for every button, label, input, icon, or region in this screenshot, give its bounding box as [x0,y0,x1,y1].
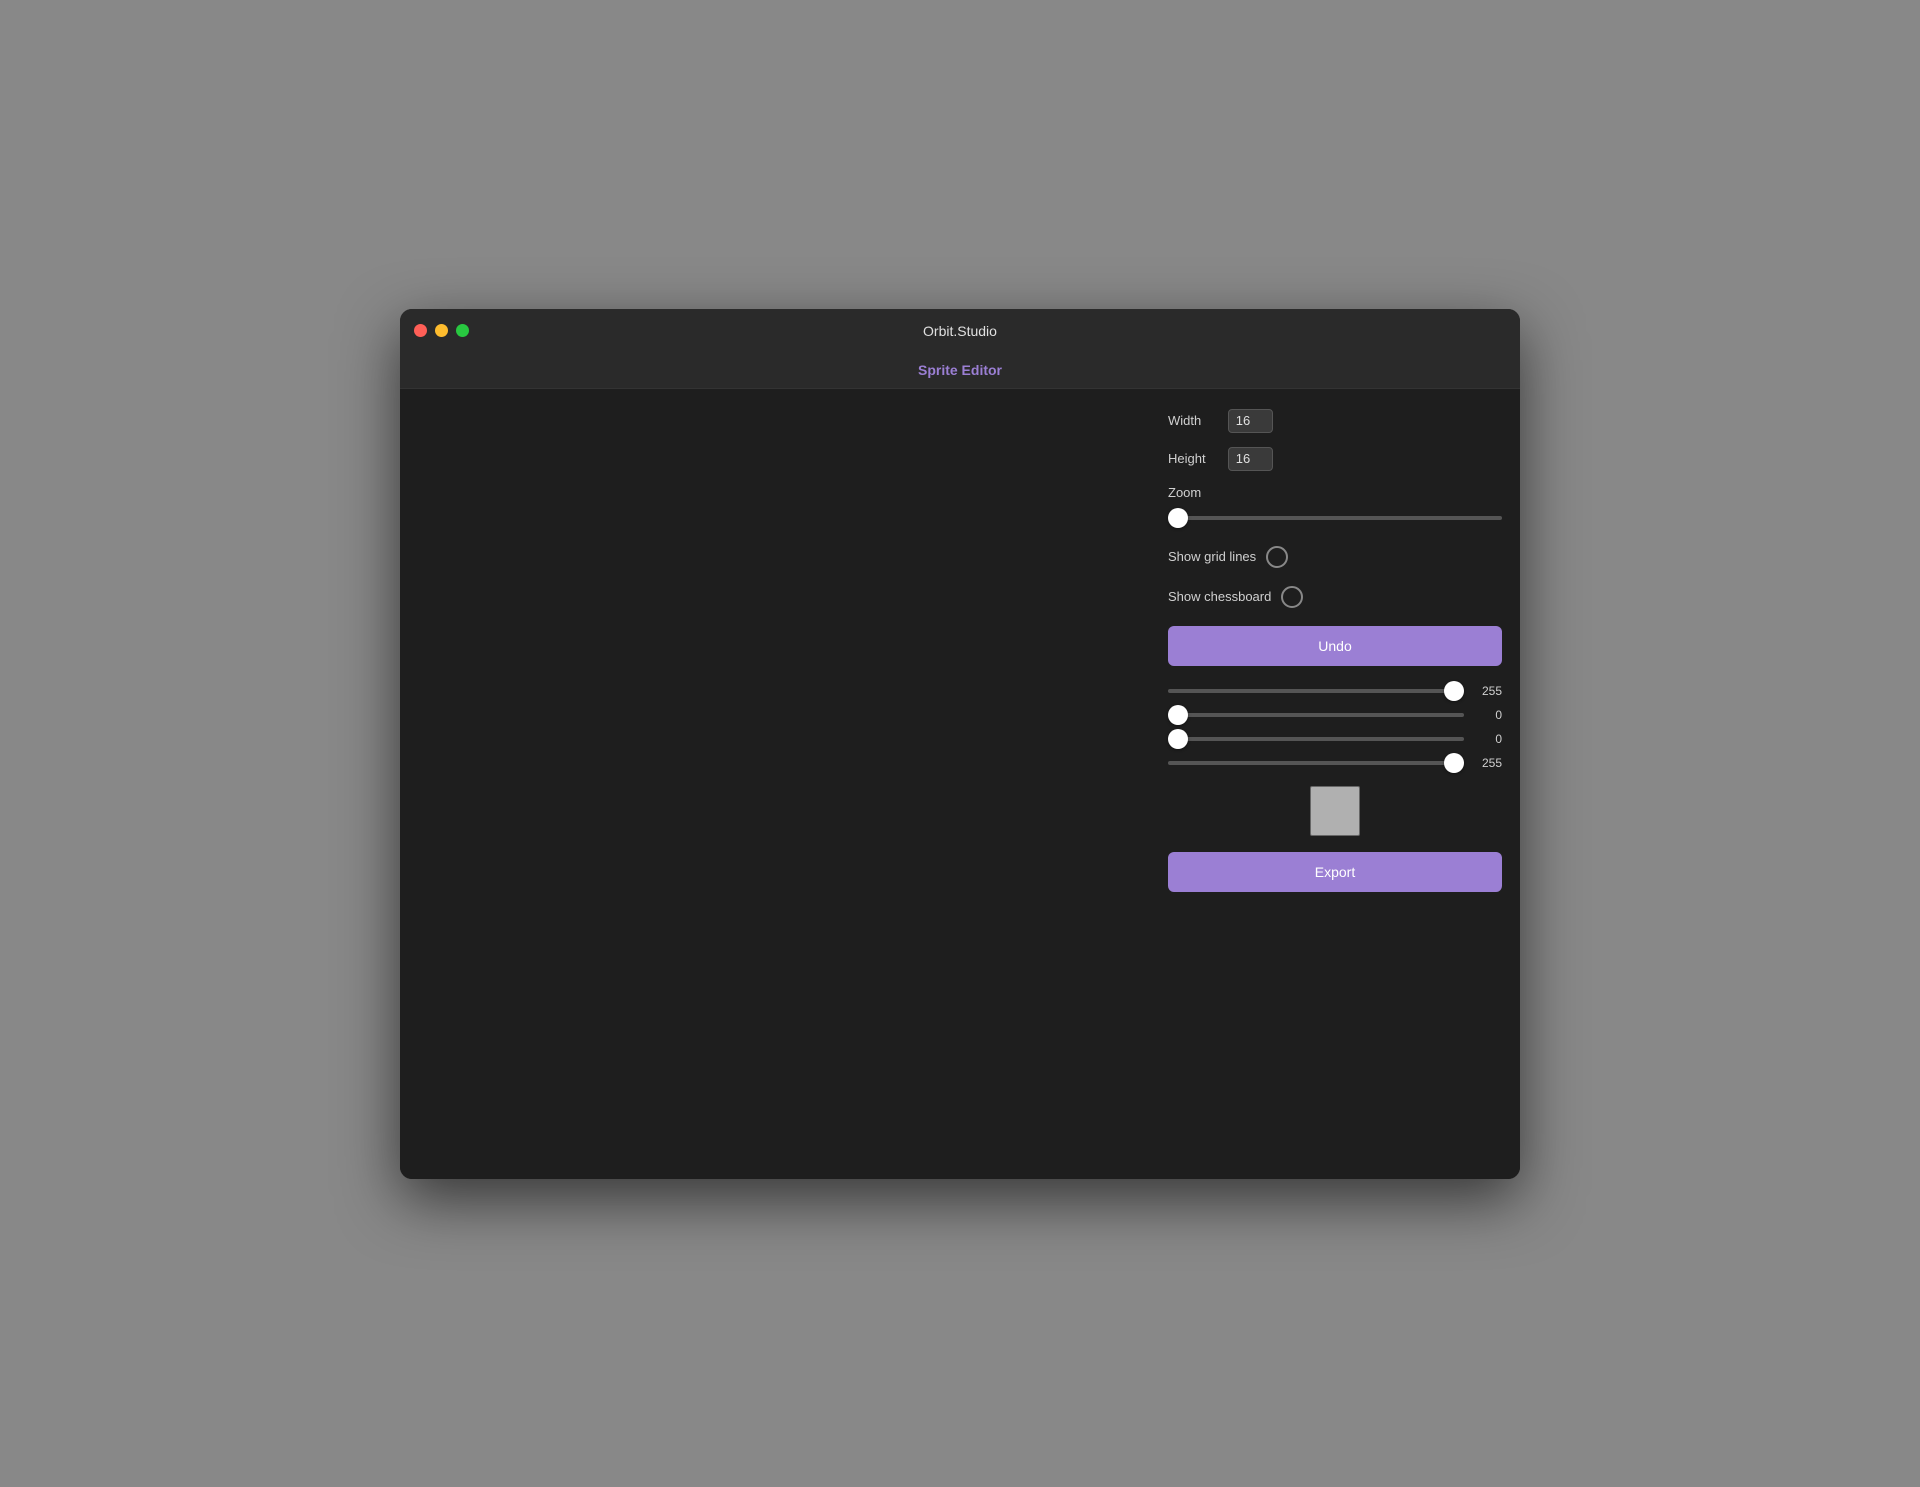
color-preview-row [1168,786,1502,836]
red-slider[interactable] [1168,689,1464,693]
height-input[interactable] [1228,447,1273,471]
minimize-button[interactable] [435,324,448,337]
show-chessboard-label: Show chessboard [1168,589,1271,604]
main-content: Width Height Zoom Show grid lines [400,389,1520,1179]
export-button[interactable]: Export [1168,852,1502,892]
alpha-slider-row: 255 [1168,756,1502,770]
width-label: Width [1168,413,1228,428]
blue-value: 0 [1474,732,1502,746]
green-slider[interactable] [1168,713,1464,717]
width-row: Width [1168,409,1502,433]
show-grid-lines-label: Show grid lines [1168,549,1256,564]
canvas-area[interactable] [400,389,1150,1179]
show-chessboard-row: Show chessboard [1168,586,1502,608]
alpha-slider[interactable] [1168,761,1464,765]
width-input[interactable] [1228,409,1273,433]
undo-button[interactable]: Undo [1168,626,1502,666]
color-preview [1310,786,1360,836]
zoom-slider-container [1168,508,1502,528]
zoom-label: Zoom [1168,485,1502,500]
maximize-button[interactable] [456,324,469,337]
app-window: Orbit.Studio Sprite Editor Width Height … [400,309,1520,1179]
color-sliders: 255 0 0 255 [1168,684,1502,770]
zoom-slider[interactable] [1168,516,1502,520]
page-title: Sprite Editor [918,362,1002,378]
height-label: Height [1168,451,1228,466]
blue-slider[interactable] [1168,737,1464,741]
sidebar: Width Height Zoom Show grid lines [1150,389,1520,1179]
show-grid-lines-row: Show grid lines [1168,546,1502,568]
green-slider-row: 0 [1168,708,1502,722]
alpha-value: 255 [1474,756,1502,770]
close-button[interactable] [414,324,427,337]
show-chessboard-toggle[interactable] [1281,586,1303,608]
titlebar: Orbit.Studio [400,309,1520,353]
red-value: 255 [1474,684,1502,698]
red-slider-row: 255 [1168,684,1502,698]
app-title: Orbit.Studio [923,323,997,339]
green-value: 0 [1474,708,1502,722]
zoom-section: Zoom [1168,485,1502,528]
height-row: Height [1168,447,1502,471]
traffic-lights [414,324,469,337]
show-grid-lines-toggle[interactable] [1266,546,1288,568]
subtitle-bar: Sprite Editor [400,353,1520,389]
blue-slider-row: 0 [1168,732,1502,746]
